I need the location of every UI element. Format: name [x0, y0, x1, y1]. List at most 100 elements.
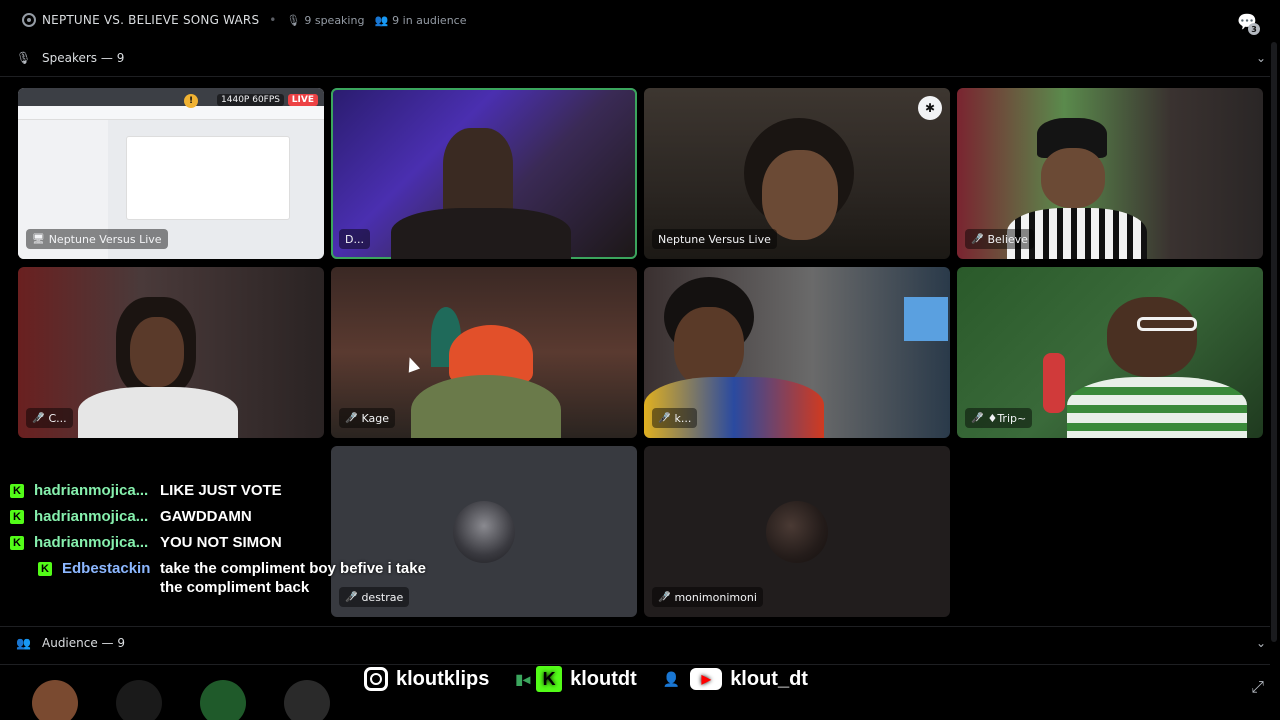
socials-overlay: kloutklips ▮◂ K kloutdt 👤 ▶ klout_dt	[364, 664, 834, 694]
stage-header: NEPTUNE VS. BELIEVE SONG WARS • 🎙 9 speak…	[0, 0, 1280, 40]
chat-username: hadrianmojica...	[34, 508, 149, 525]
stage-channel-icon	[22, 13, 36, 27]
inbox-badge: 3	[1248, 23, 1260, 35]
audience-count-label: 9 in audience	[392, 13, 467, 27]
kick-handle: kloutdt	[570, 667, 637, 690]
participant-name: Kage	[361, 411, 389, 425]
chat-username: hadrianmojica...	[34, 534, 149, 551]
audience-count: 👥 9 in audience	[374, 14, 466, 27]
stream-quality-badge: 1440P 60FPS	[217, 94, 284, 106]
person-silhouette	[443, 128, 513, 218]
kick-icon: K	[10, 510, 24, 524]
video-tile-screen-share[interactable]: ! 1440P 60FPS LIVE 🖥 Neptune Versus Live	[18, 88, 324, 259]
mic-muted-icon: 🎤̸	[345, 412, 358, 424]
people-icon: 👥	[374, 13, 389, 27]
live-badge: LIVE	[287, 94, 318, 106]
striped-shirt	[1067, 377, 1247, 438]
audience-avatar[interactable]	[200, 680, 246, 720]
youtube-handle: klout_dt	[730, 667, 808, 690]
fullscreen-icon[interactable]: ⤢	[1251, 677, 1264, 697]
youtube-icon: ▶	[690, 668, 723, 690]
instagram-handle: kloutklips	[396, 667, 490, 690]
avatar	[453, 500, 515, 563]
person-shoulders	[391, 208, 571, 259]
chat-message: K hadrianmojica... GAWDDAMN	[10, 507, 450, 526]
chat-text: LIKE JUST VOTE	[160, 482, 282, 499]
participant-name: Believe	[987, 232, 1028, 246]
section-divider	[0, 76, 1270, 77]
person-shirt	[78, 387, 238, 438]
document-card	[126, 136, 290, 220]
kick-icon: K	[38, 562, 52, 576]
chevron-down-icon[interactable]: ⌄	[1256, 636, 1266, 650]
person-face	[130, 317, 184, 387]
participant-name: ♦Trip~	[987, 411, 1027, 425]
add-user-icon[interactable]: 👤	[663, 671, 680, 688]
chat-text: take the compliment boy befive i take th…	[160, 560, 426, 596]
audience-avatar[interactable]	[116, 680, 162, 720]
kick-icon: K	[10, 536, 24, 550]
separator-dot: •	[269, 13, 277, 27]
chevron-down-icon[interactable]: ⌄	[1256, 51, 1266, 65]
avatar-tile[interactable]: 🎤̸ monimonimoni	[644, 446, 950, 617]
speaking-count: 🎙 9 speaking	[286, 14, 364, 27]
person-face	[1107, 297, 1197, 377]
audience-section-header[interactable]: 👥 Audience — 9 ⌄	[0, 630, 1280, 656]
video-tile[interactable]: ✱ Neptune Versus Live	[644, 88, 950, 259]
video-tile[interactable]: 🎤̸ C...	[18, 267, 324, 438]
microphone-icon: 🎙	[16, 51, 32, 65]
participant-label: D...	[339, 229, 370, 249]
warning-icon: !	[184, 94, 198, 108]
participant-label: 🖥 Neptune Versus Live	[26, 229, 168, 249]
kick-icon: K	[10, 484, 24, 498]
video-tile[interactable]: 🎤̸ Kage	[331, 267, 637, 438]
participant-label: 🎤̸ k...	[652, 408, 698, 428]
chat-username: Edbestackin	[62, 560, 151, 577]
participant-label: Neptune Versus Live	[652, 229, 777, 249]
audience-section-label: Audience — 9	[42, 636, 125, 650]
mic-muted-icon: 🎤̸	[32, 412, 45, 424]
chat-text: YOU NOT SIMON	[160, 534, 282, 551]
mic-muted-icon: 🎤̸	[658, 591, 671, 603]
participant-name: Neptune Versus Live	[48, 232, 162, 246]
avatar	[766, 500, 828, 563]
participant-name: monimonimoni	[674, 590, 757, 604]
speakers-section-header[interactable]: 🎙 Speakers — 9 ⌄	[0, 45, 1280, 71]
screen-share-icon: 🖥	[32, 233, 45, 245]
audience-avatar[interactable]	[32, 680, 78, 720]
video-tile[interactable]: 🎤̸ Believe	[957, 88, 1263, 259]
background-monitor	[904, 297, 948, 341]
speakers-section-label: Speakers — 9	[42, 51, 125, 65]
chat-message: K Edbestackin take the compliment boy be…	[10, 559, 450, 597]
stage-title: NEPTUNE VS. BELIEVE SONG WARS	[42, 13, 260, 27]
instagram-icon	[364, 667, 388, 691]
people-icon: 👥	[16, 636, 31, 650]
video-tile[interactable]: D...	[331, 88, 637, 259]
participant-label: 🎤̸ monimonimoni	[652, 587, 763, 607]
chat-message: K hadrianmojica... LIKE JUST VOTE	[10, 481, 450, 500]
chat-message: K hadrianmojica... YOU NOT SIMON	[10, 533, 450, 552]
moderator-icon: ✱	[918, 96, 942, 120]
chat-username: hadrianmojica...	[34, 482, 149, 499]
camo-blanket	[411, 375, 561, 438]
person-face	[1041, 148, 1105, 208]
participant-label: 🎤̸ ♦Trip~	[965, 408, 1033, 428]
scrollbar[interactable]	[1271, 42, 1277, 642]
chat-overlay: K hadrianmojica... LIKE JUST VOTE K hadr…	[10, 481, 450, 604]
inbox-button[interactable]: 💬 3	[1236, 10, 1260, 35]
audience-avatar[interactable]	[284, 680, 330, 720]
mic-muted-icon: 🎤̸	[971, 412, 984, 424]
camera-icon[interactable]: ▮◂	[515, 671, 530, 688]
participant-label: 🎤̸ Believe	[965, 229, 1034, 249]
microphone-prop	[1043, 353, 1065, 413]
person-glasses	[1137, 317, 1197, 331]
microphone-icon: 🎙	[286, 13, 301, 27]
participant-name: C...	[48, 411, 67, 425]
chat-text: GAWDDAMN	[160, 508, 252, 525]
participant-label: 🎤̸ C...	[26, 408, 73, 428]
video-tile[interactable]: 🎤̸ ♦Trip~	[957, 267, 1263, 438]
participant-label: 🎤̸ Kage	[339, 408, 395, 428]
participant-name: k...	[674, 411, 692, 425]
video-tile[interactable]: 🎤̸ k...	[644, 267, 950, 438]
participant-name: Neptune Versus Live	[658, 232, 771, 246]
